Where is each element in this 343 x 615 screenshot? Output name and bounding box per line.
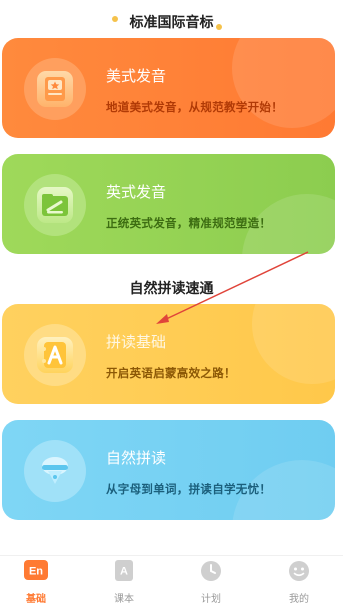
en-icon: En [24,560,48,582]
card-icon-circle [24,58,86,120]
en-icon-text: En [29,566,43,578]
card-icon-circle [24,174,86,236]
card-title: 自然拼读 [106,449,167,467]
card-british-pronunciation[interactable]: 英式发音 正统英式发音，精准规范塑造！ [2,154,335,254]
textbook-icon: A [112,560,136,582]
section-title-text: 标准国际音标 [129,15,214,31]
ice-cream-icon [37,453,73,489]
card-subtitle: 地道美式发音，从规范教学开始！ [106,100,283,114]
bottom-tab-bar: En 基础 A 课本 计划 我的 [0,555,343,615]
section-title-text: 自然拼读速通 [129,281,214,297]
tab-label: 我的 [289,594,309,605]
card-subtitle: 从字母到单词，拼读自学无忧！ [106,482,272,496]
smiley-icon [287,560,311,582]
tab-textbook[interactable]: A 课本 [98,560,150,608]
section-title-phonics: 自然拼读速通 [0,278,343,298]
textbook-icon-text: A [120,566,128,578]
card-phonics-basics[interactable]: 拼读基础 开启英语启蒙高效之路！ [2,304,335,404]
card-title: 英式发音 [106,183,167,201]
tab-label: 计划 [201,594,221,605]
card-american-pronunciation[interactable]: 美式发音 地道美式发音，从规范教学开始！ [2,38,335,138]
section-title-phonetics: 标准国际音标 [0,12,343,32]
card-title: 拼读基础 [106,333,167,351]
clock-icon [199,560,223,582]
card-title: 美式发音 [106,67,167,85]
tab-mine[interactable]: 我的 [273,560,325,608]
card-subtitle: 开启英语启蒙高效之路！ [106,366,236,380]
card-natural-phonics[interactable]: 自然拼读 从字母到单词，拼读自学无忧！ [2,420,335,520]
decor-dot [112,16,118,22]
tab-label: 课本 [114,594,134,605]
tab-basic[interactable]: En 基础 [10,560,62,608]
tab-label: 基础 [26,594,46,605]
tab-plan[interactable]: 计划 [185,560,237,608]
card-icon-circle [24,324,86,386]
decor-dot [216,24,222,30]
letter-a-card-icon [37,337,73,373]
folder-icon [37,187,73,223]
card-subtitle: 正统英式发音，精准规范塑造！ [106,216,272,230]
card-decoration [252,304,335,384]
card-icon-circle [24,440,86,502]
book-icon [37,71,73,107]
